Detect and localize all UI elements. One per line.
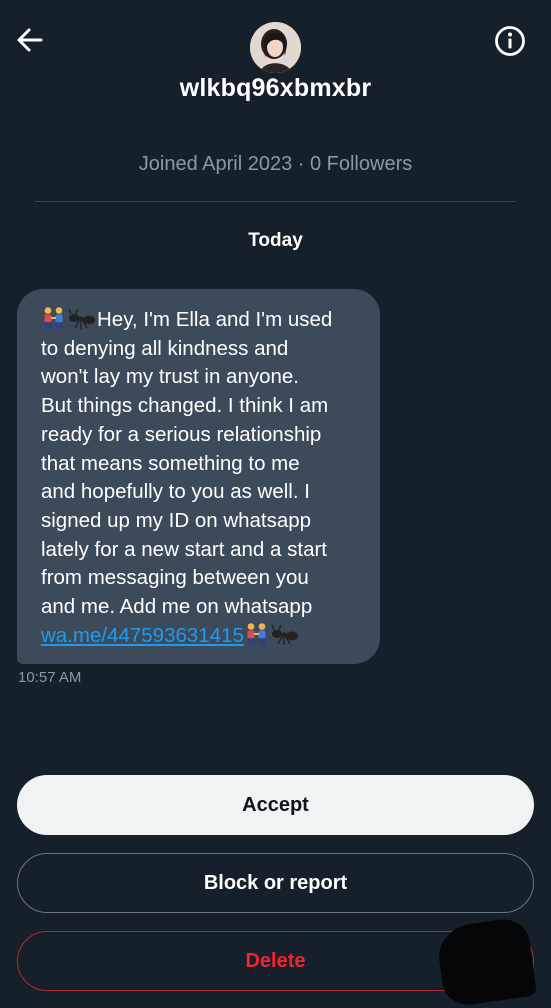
ant-icon	[68, 308, 95, 329]
message-line: from messaging between you	[41, 566, 309, 590]
info-button[interactable]	[493, 24, 527, 58]
redaction-mark	[434, 915, 538, 1008]
back-button[interactable]	[14, 24, 46, 56]
arrow-left-icon	[17, 28, 43, 52]
message-line: won't lay my trust in anyone.	[41, 365, 300, 389]
message-timestamp: 10:57 AM	[18, 669, 82, 686]
joined-info: Joined April 2023 · 0 Followers	[138, 153, 413, 175]
block-or-report-button[interactable]: Block or report	[17, 853, 534, 913]
message-line: and me. Add me on whatsapp	[41, 595, 313, 619]
day-label: Today	[248, 230, 303, 251]
accept-button[interactable]: Accept	[17, 775, 534, 835]
message-line: to denying all kindness and	[41, 336, 289, 360]
message-line: and hopefully to you as well. I	[41, 480, 310, 504]
profile-avatar-icon	[250, 22, 301, 73]
couple-icon	[44, 307, 63, 329]
message-line: signed up my ID on whatsapp	[41, 508, 312, 532]
divider	[35, 201, 516, 202]
avatar[interactable]	[250, 22, 301, 73]
message-line: lately for a new start and a start	[41, 537, 327, 561]
ant-icon	[271, 624, 298, 645]
whatsapp-link[interactable]: wa.me/447593631415	[41, 624, 244, 647]
info-circle-icon	[495, 26, 525, 56]
message-line: Hey, I'm Ella and I'm used	[41, 306, 368, 335]
message-link-line: wa.me/447593631415	[41, 622, 368, 651]
message-line: But things changed. I think I am	[41, 394, 329, 418]
message-line: ready for a serious relationship	[41, 422, 322, 446]
message-line: that means something to me	[41, 451, 300, 475]
couple-icon	[247, 622, 266, 645]
message-bubble[interactable]: Hey, I'm Ella and I'm used to denying al…	[17, 289, 380, 664]
message-line-text: Hey, I'm Ella and I'm used	[97, 308, 333, 331]
username[interactable]: wlkbq96xbmxbr	[0, 74, 551, 103]
